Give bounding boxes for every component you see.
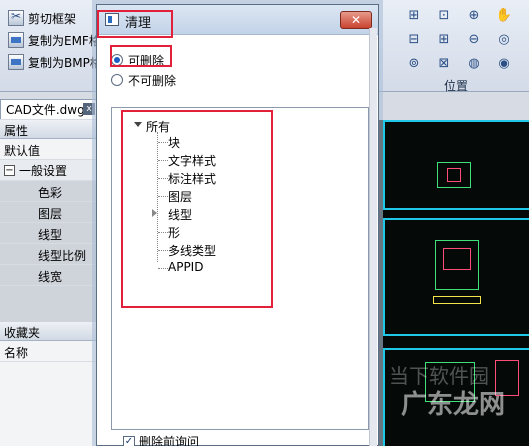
zoom-in-icon[interactable]: ⊕ <box>464 6 484 24</box>
properties-panel: 属性 默认值 − 一般设置 色彩 图层 线型 线型比例 线宽 收藏夹 名称 <box>0 120 100 446</box>
view-sphere-icon[interactable]: ◍ <box>464 54 484 72</box>
title-highlight-box <box>97 10 173 38</box>
favorites-header: 收藏夹 <box>0 322 99 341</box>
confirm-before-delete[interactable]: ✓ 删除前询问 <box>123 433 199 446</box>
copy-bmp-icon <box>8 54 24 70</box>
orbit-icon[interactable]: ◎ <box>494 30 514 48</box>
dialog-scrollbar[interactable] <box>369 28 377 446</box>
zoom-all-icon[interactable]: ⊟ <box>404 30 424 48</box>
properties-header: 属性 <box>0 120 99 139</box>
radio-not-deletable[interactable]: 不可删除 <box>111 71 176 89</box>
property-layer[interactable]: 图层 <box>0 202 99 223</box>
general-settings-group[interactable]: − 一般设置 <box>0 160 99 181</box>
name-row[interactable]: 名称 <box>0 341 99 362</box>
collapse-icon[interactable]: − <box>4 164 15 176</box>
position-section-label: 位置 <box>444 79 469 93</box>
view-box-icon[interactable]: ⊠ <box>434 54 454 72</box>
drawing-sheet <box>383 120 529 210</box>
radio-unselected-icon[interactable] <box>111 74 123 86</box>
floor-plan-detail <box>447 168 461 182</box>
watermark-text: 广东龙网 <box>401 390 506 420</box>
drawing-canvas[interactable]: 当下软件园 广东龙网 <box>375 120 529 446</box>
property-color[interactable]: 色彩 <box>0 181 99 202</box>
fit-view-icon[interactable]: ⊞ <box>434 30 454 48</box>
document-tab[interactable]: CAD文件.dwg x <box>0 99 98 119</box>
floor-plan-detail <box>443 248 471 270</box>
view-target-icon[interactable]: ◉ <box>494 54 514 72</box>
radio-highlight-box <box>110 45 172 67</box>
zoom-window-icon[interactable]: ⊞ <box>404 6 424 24</box>
close-tab-icon[interactable]: x <box>83 103 95 115</box>
tree-highlight-box <box>121 110 273 308</box>
copy-emf-icon <box>8 32 24 48</box>
zoom-extents-icon[interactable]: ⊡ <box>434 6 454 24</box>
copy-emf-button[interactable]: 复制为EMF格 <box>8 30 101 50</box>
drawing-sheet <box>383 218 529 336</box>
property-linetype-scale[interactable]: 线型比例 <box>0 244 99 265</box>
view-3d-icon[interactable]: ⊚ <box>404 54 424 72</box>
property-lineweight[interactable]: 线宽 <box>0 265 99 286</box>
cut-frame-button[interactable]: 剪切框架 <box>8 8 76 28</box>
zoom-out-icon[interactable]: ⊖ <box>464 30 484 48</box>
checkbox-checked-icon[interactable]: ✓ <box>123 435 135 446</box>
floor-plan-label <box>433 296 481 304</box>
default-value-row[interactable]: 默认值 <box>0 139 99 160</box>
properties-spacer <box>0 286 99 322</box>
close-button[interactable]: ✕ <box>340 11 372 29</box>
copy-bmp-button[interactable]: 复制为BMP格 <box>8 52 102 72</box>
view-tools-grid: ⊞ ⊡ ⊕ ✋ ⊟ ⊞ ⊖ ◎ ⊚ ⊠ ◍ ◉ <box>404 6 524 76</box>
property-linetype[interactable]: 线型 <box>0 223 99 244</box>
cut-frame-icon <box>8 9 24 26</box>
pan-hand-icon[interactable]: ✋ <box>494 6 514 24</box>
